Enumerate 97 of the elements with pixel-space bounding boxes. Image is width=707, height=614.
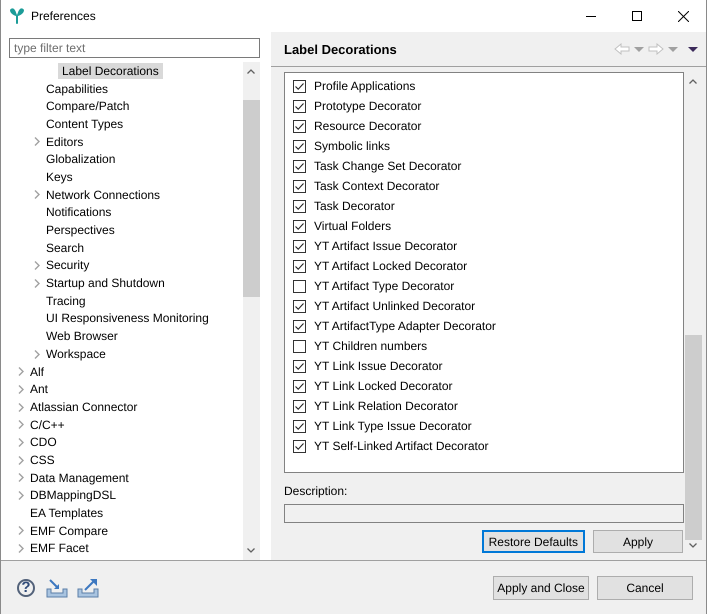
tree-item[interactable]: Network Connections [42, 186, 164, 203]
checkbox[interactable] [293, 220, 306, 232]
checkbox[interactable] [293, 200, 306, 212]
apply-button[interactable]: Apply [593, 530, 683, 553]
tree-item[interactable]: UI Responsiveness Monitoring [42, 310, 213, 326]
checkbox[interactable] [293, 420, 306, 432]
expand-icon[interactable] [34, 190, 40, 200]
filter-field[interactable]: type filter text [9, 38, 260, 58]
window-title: Preferences [31, 9, 97, 23]
checkbox[interactable] [293, 280, 306, 292]
checkbox[interactable] [293, 340, 306, 352]
expand-icon[interactable] [18, 420, 24, 430]
checkbox-label: Task Decorator [314, 199, 395, 213]
checkbox-label: Virtual Folders [314, 219, 392, 233]
checkbox[interactable] [293, 140, 306, 152]
checkbox-label: Task Change Set Decorator [314, 159, 462, 173]
expand-icon[interactable] [18, 402, 24, 412]
tree-item[interactable]: EA Templates [26, 505, 108, 522]
checkbox-label: YT Artifact Issue Decorator [314, 239, 458, 253]
tree-item[interactable]: DBMappingDSL [26, 487, 120, 504]
checkbox-label: YT Artifact Unlinked Decorator [314, 299, 476, 313]
expand-icon[interactable] [18, 544, 24, 554]
tree-item[interactable]: C/C++ [26, 416, 69, 433]
tree-item[interactable]: EMF Compare [26, 522, 112, 539]
expand-icon[interactable] [18, 473, 24, 482]
import-icon[interactable] [46, 578, 68, 598]
tree-item[interactable]: Search [42, 240, 88, 256]
checkbox[interactable] [293, 120, 306, 132]
page-title: Label Decorations [284, 42, 398, 56]
checkbox[interactable] [293, 320, 306, 332]
tree-item[interactable]: Web Browser [42, 328, 122, 344]
help-button[interactable]: ? [17, 578, 35, 596]
tree-item[interactable]: Content Types [42, 116, 128, 132]
tree-item[interactable]: CDO [26, 434, 61, 450]
checkbox-label: YT Link Issue Decorator [314, 359, 443, 373]
expand-icon[interactable] [18, 491, 24, 500]
expand-icon[interactable] [18, 384, 24, 394]
apply-and-close-button[interactable]: Apply and Close [493, 576, 589, 600]
tree-item[interactable]: CSS [26, 452, 59, 468]
checkbox-label: Resource Decorator [314, 119, 422, 133]
app-icon [9, 7, 25, 25]
checkbox[interactable] [293, 160, 306, 172]
checkbox[interactable] [293, 100, 306, 112]
checkbox-label: YT Link Relation Decorator [314, 399, 458, 413]
cancel-button[interactable]: Cancel [597, 576, 693, 600]
description-label: Description: [284, 484, 348, 498]
expand-icon[interactable] [18, 526, 24, 536]
checkbox[interactable] [293, 300, 306, 312]
checkbox[interactable] [293, 380, 306, 392]
tree-item[interactable]: Ant [26, 381, 52, 398]
tree-item[interactable]: Label Decorations [58, 62, 163, 79]
export-icon[interactable] [77, 578, 99, 598]
expand-icon[interactable] [34, 350, 40, 358]
checkbox[interactable] [293, 260, 306, 272]
checkbox-label: YT ArtifactType Adapter Decorator [314, 319, 496, 333]
tree-item[interactable]: Capabilities [42, 80, 112, 97]
tree-item[interactable]: Editors [42, 134, 88, 150]
tree-item[interactable]: Tracing [42, 292, 90, 309]
checkbox-label: YT Link Locked Decorator [314, 379, 453, 393]
checkbox-label: Symbolic links [314, 139, 390, 153]
restore-defaults-button[interactable]: Restore Defaults [482, 530, 585, 553]
checkbox[interactable] [293, 400, 306, 412]
checkbox-label: YT Children numbers [314, 339, 428, 353]
expand-icon[interactable] [18, 438, 24, 447]
checkbox-label: YT Artifact Type Decorator [314, 279, 454, 293]
close-icon[interactable] [678, 10, 688, 22]
scrollbar[interactable] [243, 62, 260, 560]
tree-item[interactable]: Atlassian Connector [26, 398, 142, 415]
checkbox-label: YT Artifact Locked Decorator [314, 259, 468, 273]
tree-item[interactable]: Compare/Patch [42, 98, 134, 114]
expand-icon[interactable] [34, 261, 40, 270]
tree-item[interactable]: Startup and Shutdown [42, 275, 169, 292]
checkbox-label: Profile Applications [314, 79, 416, 93]
expand-icon[interactable] [34, 137, 40, 146]
checkbox-label: YT Self-Linked Artifact Decorator [314, 439, 489, 453]
checkbox[interactable] [293, 80, 306, 92]
tree-item[interactable]: Alf [26, 364, 48, 380]
maximize-icon[interactable] [632, 11, 642, 21]
tree-item[interactable]: EMF Facet [26, 540, 93, 556]
tree-item[interactable]: Workspace [42, 346, 110, 362]
checkbox[interactable] [293, 360, 306, 372]
checkbox[interactable] [293, 440, 306, 452]
checkbox-label: Task Context Decorator [314, 179, 440, 193]
checkbox-label: YT Link Type Issue Decorator [314, 419, 472, 433]
tree-item[interactable]: Notifications [42, 204, 116, 220]
checkbox[interactable] [293, 240, 306, 252]
expand-icon[interactable] [18, 456, 24, 465]
checkbox[interactable] [293, 180, 306, 192]
menu-caret-icon[interactable] [688, 46, 698, 52]
checkbox-label: Prototype Decorator [314, 99, 422, 113]
tree-item[interactable]: Perspectives [42, 222, 119, 238]
tree-item[interactable]: Security [42, 257, 94, 274]
expand-icon[interactable] [34, 278, 40, 288]
tree-item[interactable]: Keys [42, 168, 77, 185]
expand-icon[interactable] [18, 367, 24, 376]
tree-item[interactable]: Data Management [26, 470, 133, 486]
tree-item[interactable]: Globalization [42, 151, 120, 168]
